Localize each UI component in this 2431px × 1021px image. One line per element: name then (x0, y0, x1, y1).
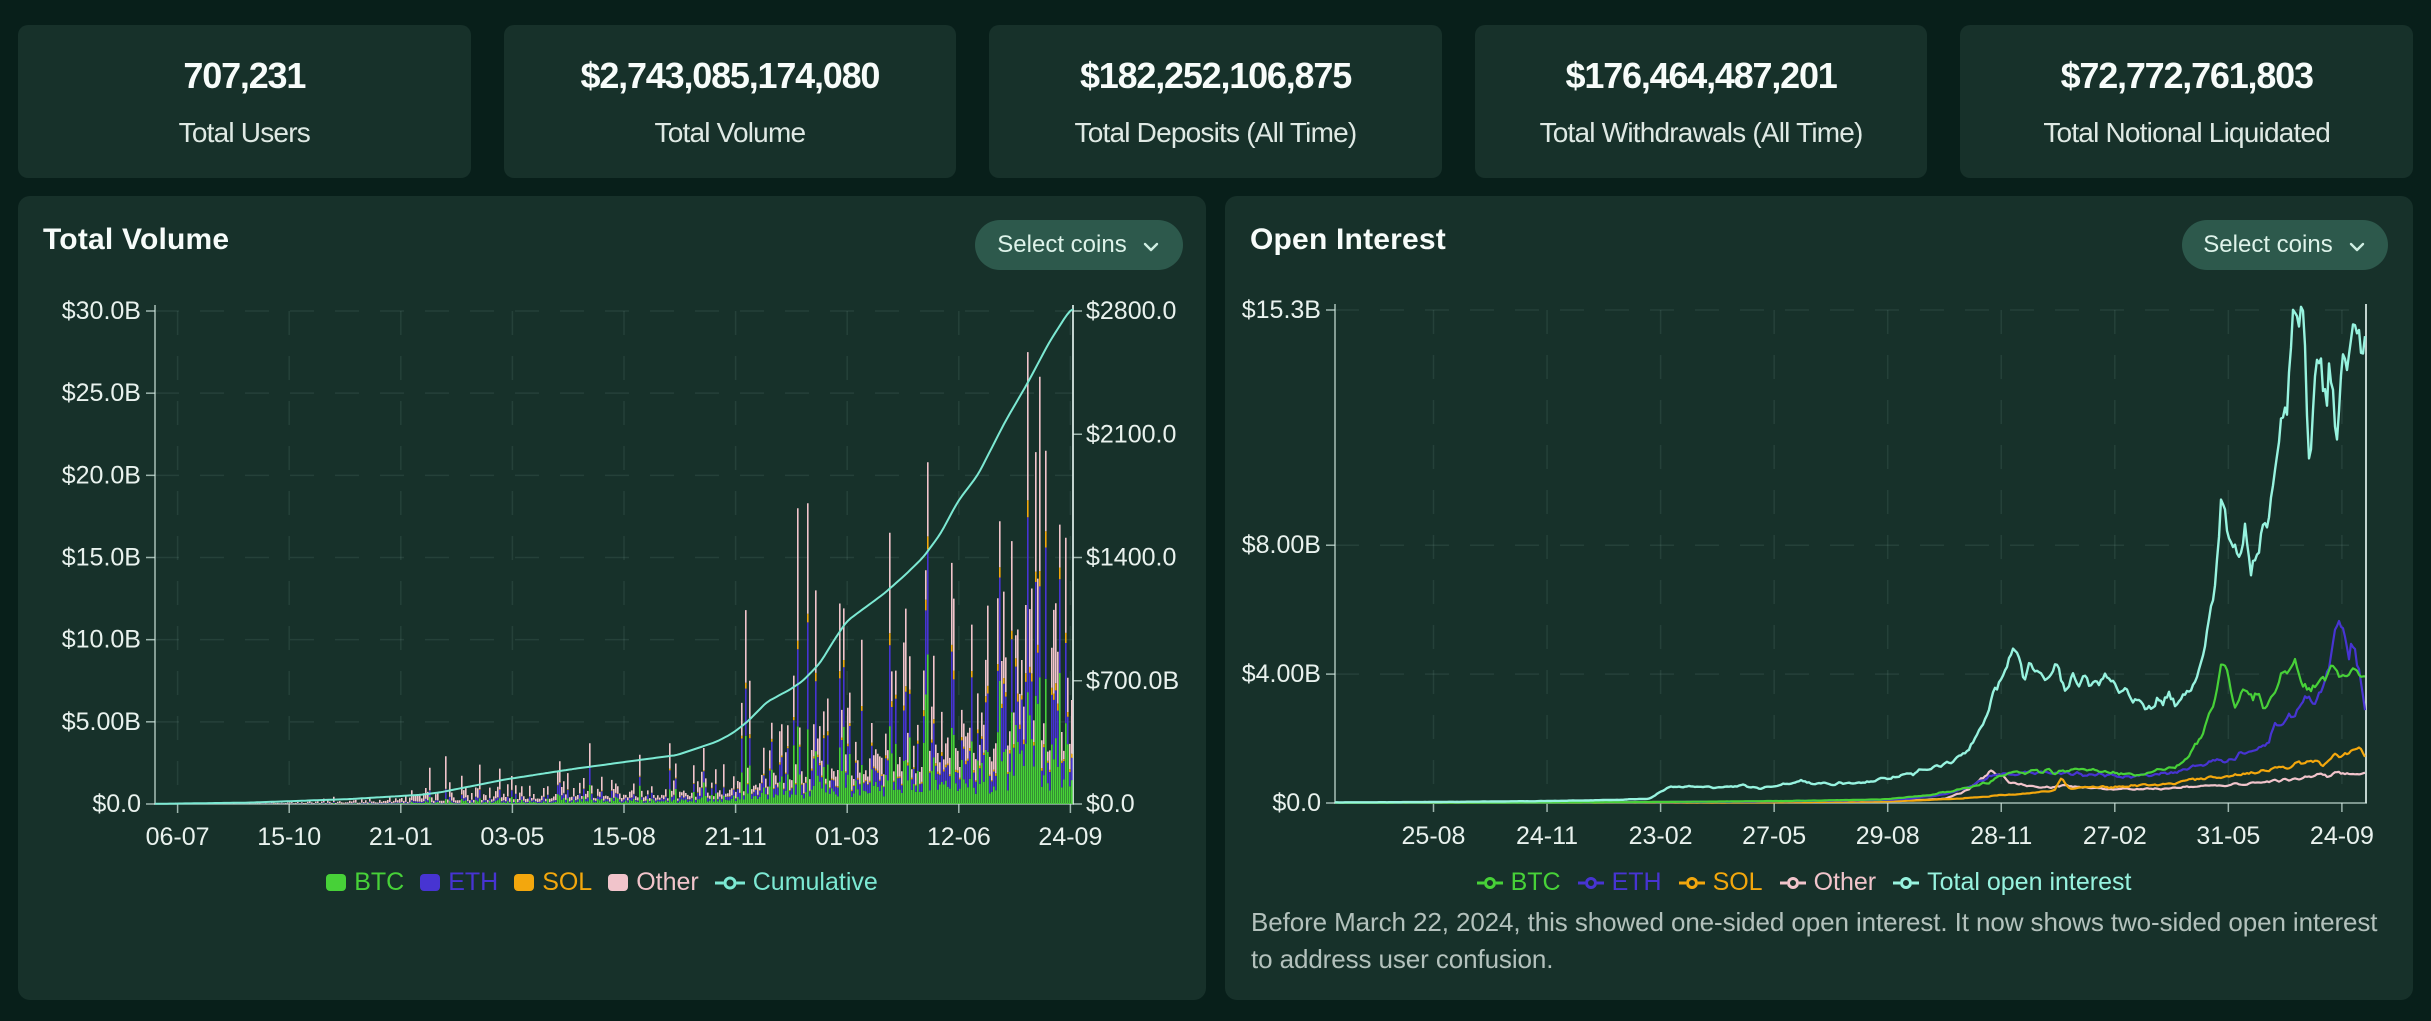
svg-text:23-02: 23-02 (1629, 822, 1693, 850)
svg-text:24-11: 24-11 (1516, 822, 1578, 850)
svg-text:24-09: 24-09 (1038, 823, 1102, 851)
svg-text:$8.00B: $8.00B (1242, 531, 1321, 559)
svg-text:$0.0: $0.0 (1086, 790, 1135, 818)
svg-text:25-08: 25-08 (1402, 822, 1466, 850)
svg-text:21-01: 21-01 (369, 823, 433, 851)
svg-text:$2100.0B: $2100.0B (1086, 420, 1178, 448)
svg-text:27-05: 27-05 (1742, 822, 1806, 850)
svg-text:$4.00B: $4.00B (1242, 660, 1321, 688)
svg-text:24-09: 24-09 (2310, 822, 2374, 850)
svg-text:$25.0B: $25.0B (62, 379, 141, 407)
svg-text:$2800.0B: $2800.0B (1086, 297, 1178, 325)
svg-text:$30.0B: $30.0B (62, 297, 141, 325)
svg-text:12-06: 12-06 (927, 823, 991, 851)
svg-text:$15.3B: $15.3B (1242, 296, 1321, 324)
svg-text:29-08: 29-08 (1856, 822, 1920, 850)
svg-text:06-07: 06-07 (146, 823, 210, 851)
svg-text:15-08: 15-08 (592, 823, 656, 851)
svg-text:$0.0: $0.0 (92, 790, 141, 818)
svg-text:27-02: 27-02 (2083, 822, 2147, 850)
svg-text:01-03: 01-03 (815, 823, 879, 851)
svg-text:31-05: 31-05 (2196, 822, 2260, 850)
svg-text:$700.0B: $700.0B (1086, 667, 1178, 695)
svg-text:$15.0B: $15.0B (62, 544, 141, 572)
svg-text:15-10: 15-10 (257, 823, 321, 851)
svg-text:$1400.0B: $1400.0B (1086, 544, 1178, 572)
svg-text:28-11: 28-11 (1970, 822, 2032, 850)
svg-text:21-11: 21-11 (705, 823, 767, 851)
svg-text:03-05: 03-05 (480, 823, 544, 851)
svg-text:$10.0B: $10.0B (62, 626, 141, 654)
svg-text:$5.00B: $5.00B (62, 708, 141, 736)
svg-text:$0.0: $0.0 (1272, 789, 1321, 817)
svg-text:$20.0B: $20.0B (62, 461, 141, 489)
